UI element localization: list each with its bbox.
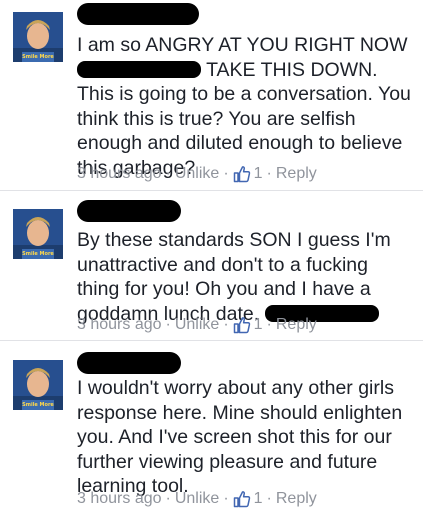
- like-count[interactable]: 1: [254, 164, 263, 184]
- separator: ·: [165, 165, 171, 182]
- comment-text: By these standards SON I guess I'm unatt…: [77, 228, 411, 326]
- redacted-name: [77, 200, 181, 222]
- comment-meta: 3 hours ago · Unlike · 1 · Reply: [77, 164, 317, 184]
- thumbs-up-icon[interactable]: [233, 165, 251, 183]
- timestamp[interactable]: 3 hours ago: [77, 164, 162, 184]
- comment-2: Smile More By these standards SON I gues…: [0, 191, 423, 339]
- unlike-link[interactable]: Unlike: [175, 164, 219, 184]
- unlike-link[interactable]: Unlike: [175, 489, 219, 509]
- separator: ·: [266, 165, 272, 182]
- redacted-name: [77, 3, 199, 25]
- comment-text-part: I wouldn't worry about any other girls r…: [77, 377, 403, 497]
- redacted-name: [77, 352, 181, 374]
- comment-text: I wouldn't worry about any other girls r…: [77, 376, 411, 499]
- separator: ·: [223, 165, 229, 182]
- like-count[interactable]: 1: [254, 489, 263, 509]
- comment-meta: 3 hours ago · Unlike · 1 · Reply: [77, 489, 317, 509]
- separator: ·: [165, 316, 171, 333]
- redacted-name-inline: [77, 60, 201, 78]
- reply-link[interactable]: Reply: [276, 164, 317, 184]
- timestamp[interactable]: 3 hours ago: [77, 489, 162, 509]
- avatar[interactable]: Smile More: [13, 12, 63, 62]
- reply-link[interactable]: Reply: [276, 489, 317, 509]
- svg-text:Smile More: Smile More: [22, 54, 54, 60]
- comment-1: Smile More I am so ANGRY AT YOU RIGHT NO…: [0, 0, 423, 190]
- svg-text:Smile More: Smile More: [22, 251, 54, 257]
- timestamp[interactable]: 3 hours ago: [77, 315, 162, 335]
- like-count[interactable]: 1: [254, 315, 263, 335]
- comment-3: Smile More I wouldn't worry about any ot…: [0, 341, 423, 523]
- avatar[interactable]: Smile More: [13, 360, 63, 410]
- unlike-link[interactable]: Unlike: [175, 315, 219, 335]
- thumbs-up-icon[interactable]: [233, 316, 251, 334]
- avatar[interactable]: Smile More: [13, 209, 63, 259]
- comment-text-part: I am so ANGRY AT YOU RIGHT NOW: [77, 34, 408, 56]
- thumbs-up-icon[interactable]: [233, 490, 251, 508]
- separator: ·: [223, 490, 229, 507]
- separator: ·: [223, 316, 229, 333]
- svg-text:Smile More: Smile More: [22, 402, 54, 408]
- comment-meta: 3 hours ago · Unlike · 1 · Reply: [77, 315, 317, 335]
- separator: ·: [165, 490, 171, 507]
- separator: ·: [266, 316, 272, 333]
- comment-text: I am so ANGRY AT YOU RIGHT NOW TAKE THIS…: [77, 33, 411, 180]
- separator: ·: [266, 490, 272, 507]
- reply-link[interactable]: Reply: [276, 315, 317, 335]
